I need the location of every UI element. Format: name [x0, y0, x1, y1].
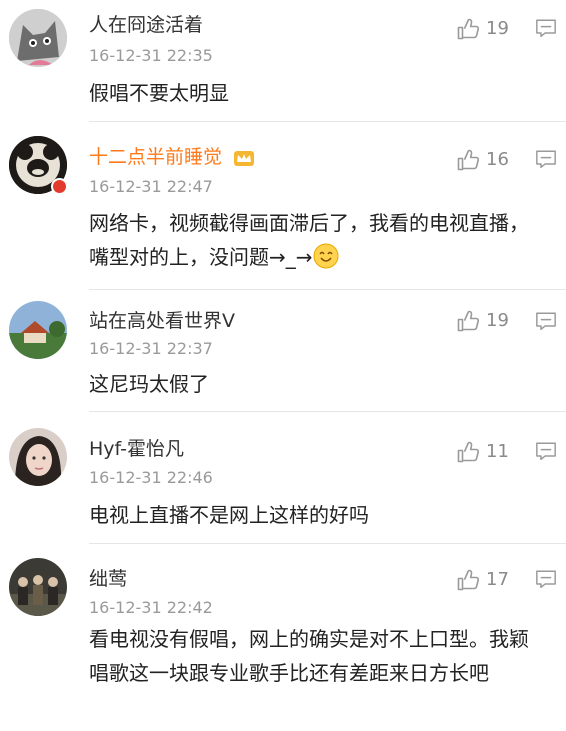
comment-text: 这尼玛太假了 [89, 372, 209, 396]
avatar[interactable] [9, 558, 67, 616]
timestamp: 16-12-31 22:46 [89, 468, 213, 487]
thumbs-up-icon [456, 568, 480, 592]
timestamp: 16-12-31 22:35 [89, 46, 213, 65]
like-button[interactable]: 16 [456, 147, 509, 173]
comment-item: 人在冏途活着 16-12-31 22:35 19 假唱不要太明显 [0, 0, 566, 122]
username[interactable]: Hyf-霍怡凡 [89, 437, 184, 461]
comment-icon[interactable] [535, 148, 557, 170]
comment-item: 绌莺 16-12-31 22:42 17 看电视没有假唱，网上的确实是对不上口型… [0, 544, 566, 731]
smile-emoji-icon [313, 243, 339, 269]
like-count: 16 [486, 149, 509, 170]
comment-text: 电视上直播不是网上这样的好吗 [89, 503, 369, 527]
username[interactable]: 站在高处看世界V [89, 309, 235, 333]
comment-item: Hyf-霍怡凡 16-12-31 22:46 11 电视上直播不是网上这样的好吗 [0, 412, 566, 544]
username-text: 十二点半前睡觉 [89, 146, 223, 168]
verified-badge [51, 178, 68, 195]
comment-icon[interactable] [535, 440, 557, 462]
comment-item: 十二点半前睡觉 16-12-31 22:47 16 网络卡，视频截得画面滞后了，… [0, 122, 566, 290]
comment-text: 网络卡，视频截得画面滞后了，我看的电视直播，嘴型对的上，没问题→_→ [89, 206, 548, 274]
timestamp: 16-12-31 22:47 [89, 177, 213, 196]
comment-icon[interactable] [535, 310, 557, 332]
username[interactable]: 十二点半前睡觉 [89, 145, 256, 169]
comment-icon[interactable] [535, 17, 557, 39]
like-button[interactable]: 19 [456, 16, 509, 42]
comment-text-body: 网络卡，视频截得画面滞后了，我看的电视直播，嘴型对的上，没问题→_→ [89, 211, 529, 269]
avatar[interactable] [9, 9, 67, 67]
avatar[interactable] [9, 301, 67, 359]
like-button[interactable]: 11 [456, 439, 509, 465]
like-button[interactable]: 17 [456, 567, 509, 593]
thumbs-up-icon [456, 440, 480, 464]
comment-text: 假唱不要太明显 [89, 81, 229, 105]
avatar[interactable] [9, 428, 67, 486]
username[interactable]: 人在冏途活着 [89, 13, 203, 37]
timestamp: 16-12-31 22:37 [89, 339, 213, 358]
comment-icon[interactable] [535, 568, 557, 590]
username[interactable]: 绌莺 [89, 567, 127, 591]
comment-item: 站在高处看世界V 16-12-31 22:37 19 这尼玛太假了 [0, 290, 566, 412]
crown-icon [234, 150, 255, 166]
like-button[interactable]: 19 [456, 308, 509, 334]
thumbs-up-icon [456, 309, 480, 333]
like-count: 17 [486, 569, 509, 590]
thumbs-up-icon [456, 17, 480, 41]
like-count: 11 [486, 441, 509, 462]
comment-text: 看电视没有假唱，网上的确实是对不上口型。我颖唱歌这一块跟专业歌手比还有差距来日方… [89, 627, 529, 685]
timestamp: 16-12-31 22:42 [89, 598, 213, 617]
thumbs-up-icon [456, 148, 480, 172]
like-count: 19 [486, 18, 509, 39]
like-count: 19 [486, 310, 509, 331]
